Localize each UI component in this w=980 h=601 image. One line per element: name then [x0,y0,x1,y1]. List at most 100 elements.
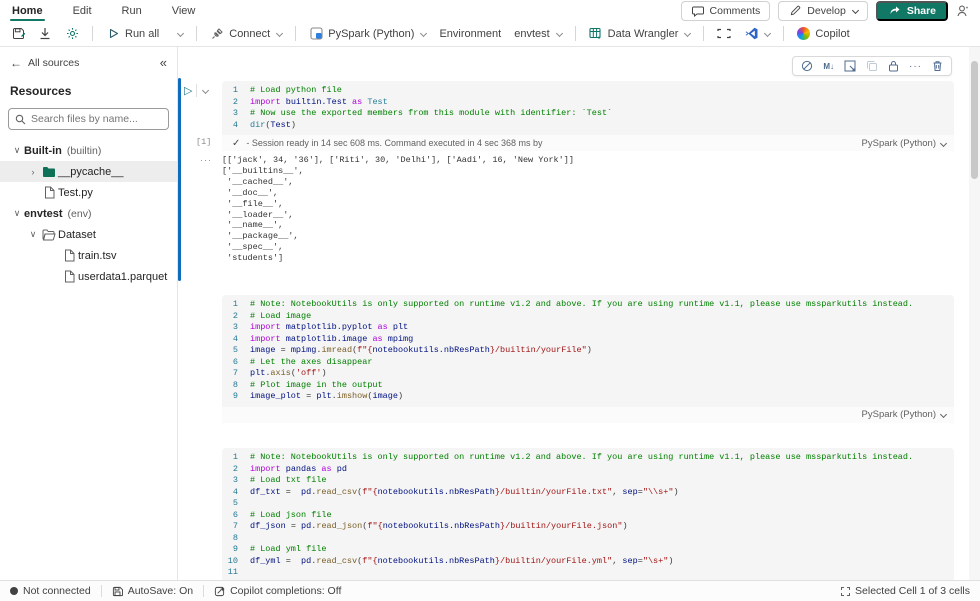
tree-item-userdata1-parquet[interactable]: userdata1.parquet [0,266,177,287]
copy-cell-icon[interactable] [866,60,878,72]
delete-cell-icon[interactable] [932,60,943,72]
code-line[interactable]: 9image_plot = plt.imshow(image) [222,391,954,403]
save-button[interactable] [8,25,28,43]
code-line[interactable]: 8 [222,533,954,545]
cell-2-editor[interactable]: 1# Note: NotebookUtils is only supported… [222,295,954,423]
search-input[interactable] [31,113,161,125]
scrollbar-thumb[interactable] [971,61,978,179]
cell-1-editor[interactable]: 1# Load python file2import builtin.Test … [222,81,954,151]
code-line[interactable]: 10df_yml = pd.read_csv(f"{notebookutils.… [222,556,954,568]
tree-chevron-icon[interactable]: ∨ [10,208,24,219]
code-line[interactable]: 7plt.axis('off') [222,368,954,380]
connection-status[interactable]: Not connected [10,585,91,597]
copilot-completions-status[interactable]: Copilot completions: Off [214,585,341,597]
code-line[interactable]: 3import matplotlib.pyplot as plt [222,322,954,334]
tree-item-envtest[interactable]: ∨envtest(env) [0,203,177,224]
chevron-down-icon[interactable] [177,30,184,37]
more-options-icon[interactable]: ··· [909,61,922,72]
code-line[interactable]: 3# Load txt file [222,475,954,487]
tree-item-dataset[interactable]: ∨Dataset [0,224,177,245]
code-line[interactable]: 1# Load python file [222,85,954,97]
code-line[interactable]: 2import pandas as pd [222,464,954,476]
save-icon [11,27,25,41]
vscode-button[interactable] [741,25,773,43]
code-line[interactable]: 4import matplotlib.image as mpimg [222,334,954,346]
code-line[interactable]: 5image = mpimg.imread(f"{notebookutils.n… [222,345,954,357]
cell-2-kernel-selector[interactable]: PySpark (Python) [862,409,946,420]
export-button[interactable] [35,25,55,43]
cell-3-editor[interactable]: 1# Note: NotebookUtils is only supported… [222,448,954,580]
autosave-status[interactable]: AutoSave: On [112,585,193,597]
tab-run[interactable]: Run [120,2,144,20]
lock-cell-icon[interactable] [888,60,899,72]
chevron-down-icon[interactable] [764,30,771,37]
code-line[interactable]: 2import builtin.Test as Test [222,97,954,109]
cell-copilot-icon[interactable] [801,60,813,72]
code-line[interactable]: 1# Note: NotebookUtils is only supported… [222,299,954,311]
pyspark-icon [309,27,323,41]
resources-title: Resources [0,70,177,108]
copilot-button[interactable]: Copilot [794,25,852,42]
code-line[interactable]: 9# Load yml file [222,544,954,556]
search-icon [15,114,26,125]
share-button[interactable]: Share [876,1,948,21]
copilot-completions-label: Copilot completions: Off [230,585,341,597]
code-line[interactable]: 4dir(Test) [222,120,954,132]
frame-icon [717,27,731,41]
run-all-label: Run all [125,28,159,40]
run-all-button[interactable]: Run all [103,25,186,43]
connect-label: Connect [229,28,270,40]
chevron-down-icon [940,139,947,146]
collapse-panel-icon[interactable]: « [160,55,167,70]
chevron-down-icon [556,30,563,37]
toolbar-separator [92,26,93,41]
user-avatar-icon[interactable] [956,4,970,18]
tab-view[interactable]: View [170,2,198,20]
tree-chevron-icon[interactable]: ∨ [26,229,40,240]
collapse-cell-icon[interactable] [202,87,209,94]
tab-home[interactable]: Home [10,2,45,20]
code-line[interactable]: 2# Load image [222,311,954,323]
settings-button[interactable] [62,25,82,43]
focus-mode-button[interactable] [714,25,734,43]
all-sources-back-button[interactable]: ← All sources [10,56,79,70]
tree-item--pycache-[interactable]: › __pycache__ [0,161,177,182]
tree-chevron-icon[interactable]: ∨ [10,145,24,156]
menu-bar: Home Edit Run View Comments Develop Shar… [0,0,980,21]
tree-item-built-in[interactable]: ∨Built-in(builtin) [0,140,177,161]
tree-item-test-py[interactable]: Test.py [0,182,177,203]
cell-output-text: [['jack', 34, '36'], ['Riti', 30, 'Delhi… [222,155,954,264]
tree-item-train-tsv[interactable]: train.tsv [0,245,177,266]
code-line[interactable]: 7df_json = pd.read_json(f"{notebookutils… [222,521,954,533]
run-cell-icon[interactable]: ▷ [184,84,197,97]
code-line[interactable]: 11 [222,567,954,579]
collapse-output-icon[interactable]: ··· [200,155,212,165]
tree-item-label: userdata1.parquet [78,271,167,283]
code-cell-1[interactable]: ▷ 1# Load python file2import builtin.Tes… [178,81,954,151]
convert-to-markdown-icon[interactable]: M↓ [823,62,834,71]
notebook-scrollbar[interactable] [969,47,980,580]
cell-1-kernel-selector[interactable]: PySpark (Python) [862,138,946,149]
code-line[interactable]: 5 [222,498,954,510]
tree-chevron-icon[interactable]: › [26,167,40,177]
tab-edit[interactable]: Edit [71,2,94,20]
language-selector[interactable]: PySpark (Python) [306,25,429,43]
execution-count: [1] [196,137,211,147]
code-line[interactable]: 3# Now use the exported members from thi… [222,108,954,120]
code-line[interactable]: 6# Load json file [222,510,954,522]
develop-button[interactable]: Develop [778,1,868,21]
tree-item-label: __pycache__ [58,166,123,178]
code-cell-3[interactable]: 1# Note: NotebookUtils is only supported… [178,448,954,580]
code-cell-2[interactable]: 1# Note: NotebookUtils is only supported… [178,295,954,423]
environment-selector[interactable]: envtest [511,26,564,42]
folder-icon [40,229,58,241]
connect-button[interactable]: Connect [207,25,285,43]
code-line[interactable]: 4df_txt = pd.read_csv(f"{notebookutils.n… [222,487,954,499]
resize-cell-icon[interactable] [844,60,856,72]
comments-button[interactable]: Comments [681,1,771,21]
code-line[interactable]: 1# Note: NotebookUtils is only supported… [222,452,954,464]
code-line[interactable]: 6# Let the axes disappear [222,357,954,369]
data-wrangler-button[interactable]: Data Wrangler [586,25,694,43]
file-search-box[interactable] [8,108,169,130]
code-line[interactable]: 8# Plot image in the output [222,380,954,392]
